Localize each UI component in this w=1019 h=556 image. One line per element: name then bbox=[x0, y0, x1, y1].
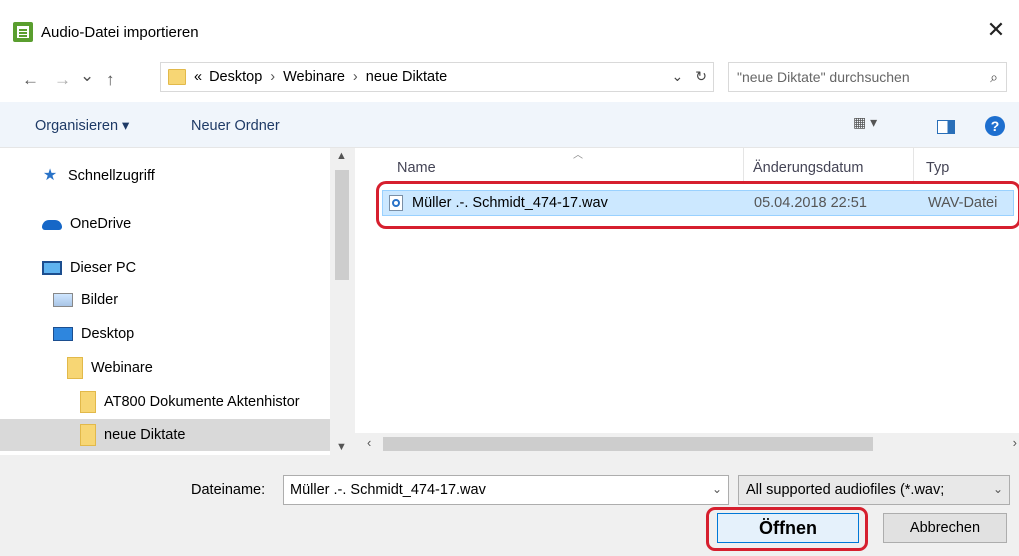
scrollbar-thumb[interactable] bbox=[335, 170, 349, 280]
preview-pane-icon[interactable] bbox=[937, 120, 955, 134]
breadcrumb-desktop[interactable]: Desktop bbox=[209, 69, 262, 85]
breadcrumb-webinare[interactable]: Webinare bbox=[283, 69, 345, 85]
sidebar-item-desktop[interactable]: Desktop bbox=[0, 318, 330, 350]
folder-icon bbox=[80, 391, 96, 413]
filename-label: Dateiname: bbox=[191, 482, 266, 498]
view-options-icon[interactable]: ▦ ▾ bbox=[853, 114, 893, 131]
chevron-right-icon[interactable]: › bbox=[270, 69, 275, 85]
command-toolbar: Organisieren ▾ Neuer Ordner ▦ ▾ ? bbox=[0, 102, 1019, 148]
search-icon: ⌕ bbox=[990, 69, 998, 85]
sidebar-item-at800[interactable]: AT800 Dokumente Aktenhistor bbox=[0, 386, 330, 418]
sidebar-item-label: Schnellzugriff bbox=[68, 168, 155, 184]
pc-icon bbox=[42, 261, 62, 275]
scroll-left-icon[interactable]: ‹ bbox=[367, 435, 371, 450]
folder-icon bbox=[168, 69, 186, 85]
folder-icon bbox=[80, 424, 96, 446]
pictures-icon bbox=[53, 293, 73, 307]
filetype-value: All supported audiofiles (*.wav; bbox=[746, 482, 945, 498]
chevron-down-icon[interactable]: ⌄ bbox=[989, 482, 1003, 496]
desktop-icon bbox=[53, 327, 73, 341]
filetype-select[interactable]: All supported audiofiles (*.wav; ⌄ bbox=[738, 475, 1010, 505]
cancel-button[interactable]: Abbrechen bbox=[883, 513, 1007, 543]
sidebar-item-label: AT800 Dokumente Aktenhistor bbox=[104, 394, 300, 410]
column-header-date[interactable]: Änderungsdatum bbox=[753, 160, 863, 176]
sidebar-item-dieser-pc[interactable]: Dieser PC bbox=[0, 252, 330, 284]
sidebar-scrollbar[interactable]: ▲ ▼ bbox=[330, 148, 355, 455]
sidebar-item-schnellzugriff[interactable]: ★ Schnellzugriff bbox=[0, 160, 330, 192]
folder-icon bbox=[67, 357, 83, 379]
sidebar-item-webinare[interactable]: Webinare bbox=[0, 352, 330, 384]
recent-locations-icon[interactable]: ⌄ bbox=[80, 66, 94, 86]
filelist-horizontal-scrollbar[interactable]: ‹ › bbox=[355, 433, 1019, 455]
column-divider[interactable] bbox=[743, 148, 744, 182]
filename-field[interactable]: Müller .-. Schmidt_474-17.wav ⌄ bbox=[283, 475, 729, 505]
navigation-pane: ★ Schnellzugriff OneDrive Dieser PC Bild… bbox=[0, 148, 330, 455]
sidebar-item-label: OneDrive bbox=[70, 216, 132, 232]
sidebar-item-label: Desktop bbox=[81, 326, 135, 342]
scroll-up-icon[interactable]: ▲ bbox=[336, 150, 347, 162]
sidebar-item-label: Dieser PC bbox=[70, 260, 137, 276]
back-arrow-icon[interactable]: ← bbox=[22, 70, 39, 90]
sidebar-item-neue-diktate[interactable]: neue Diktate bbox=[0, 419, 330, 451]
column-header-name[interactable]: Name bbox=[397, 160, 436, 176]
address-dropdown-icon[interactable]: ⌄ bbox=[672, 68, 684, 85]
sidebar-item-label: neue Diktate bbox=[104, 427, 186, 443]
column-header-type[interactable]: Typ bbox=[926, 160, 949, 176]
new-folder-button[interactable]: Neuer Ordner bbox=[191, 118, 280, 134]
cloud-icon bbox=[42, 220, 62, 230]
scroll-right-icon[interactable]: › bbox=[1013, 435, 1017, 450]
star-icon: ★ bbox=[42, 167, 58, 184]
help-icon[interactable]: ? bbox=[985, 116, 1005, 136]
title-bar: Audio-Datei importieren ✕ bbox=[0, 0, 1019, 58]
sort-ascending-icon: ︿ bbox=[573, 150, 583, 161]
sidebar-item-label: Webinare bbox=[91, 360, 153, 376]
forward-arrow-icon[interactable]: → bbox=[54, 70, 71, 90]
sidebar-item-onedrive[interactable]: OneDrive bbox=[0, 208, 330, 240]
address-bar[interactable]: « Desktop › Webinare › neue Diktate ⌄ ↻ bbox=[160, 62, 714, 92]
chevron-down-icon[interactable]: ⌄ bbox=[712, 482, 722, 496]
path-prefix[interactable]: « bbox=[194, 69, 202, 85]
chevron-right-icon[interactable]: › bbox=[353, 69, 358, 85]
search-input[interactable]: "neue Diktate" durchsuchen ⌕ bbox=[728, 62, 1007, 92]
close-button[interactable]: ✕ bbox=[983, 17, 1009, 43]
scrollbar-thumb[interactable] bbox=[383, 437, 873, 451]
breadcrumb-neue-diktate[interactable]: neue Diktate bbox=[366, 69, 447, 85]
column-divider[interactable] bbox=[913, 148, 914, 182]
sidebar-item-bilder[interactable]: Bilder bbox=[0, 284, 330, 316]
navigation-bar: ← → ⌄ ↑ « Desktop › Webinare › neue Dikt… bbox=[0, 58, 1019, 102]
search-placeholder: "neue Diktate" durchsuchen bbox=[737, 69, 910, 85]
sidebar-item-label: Bilder bbox=[81, 292, 119, 308]
highlight-frame-file bbox=[376, 181, 1019, 229]
highlight-frame-open bbox=[706, 507, 868, 551]
organize-button[interactable]: Organisieren ▾ bbox=[35, 118, 129, 134]
refresh-icon[interactable]: ↻ bbox=[695, 68, 707, 85]
up-arrow-icon[interactable]: ↑ bbox=[106, 70, 115, 90]
window-title: Audio-Datei importieren bbox=[41, 24, 199, 41]
scroll-down-icon[interactable]: ▼ bbox=[336, 441, 347, 453]
filename-value: Müller .-. Schmidt_474-17.wav bbox=[290, 482, 486, 498]
app-icon bbox=[13, 22, 33, 42]
